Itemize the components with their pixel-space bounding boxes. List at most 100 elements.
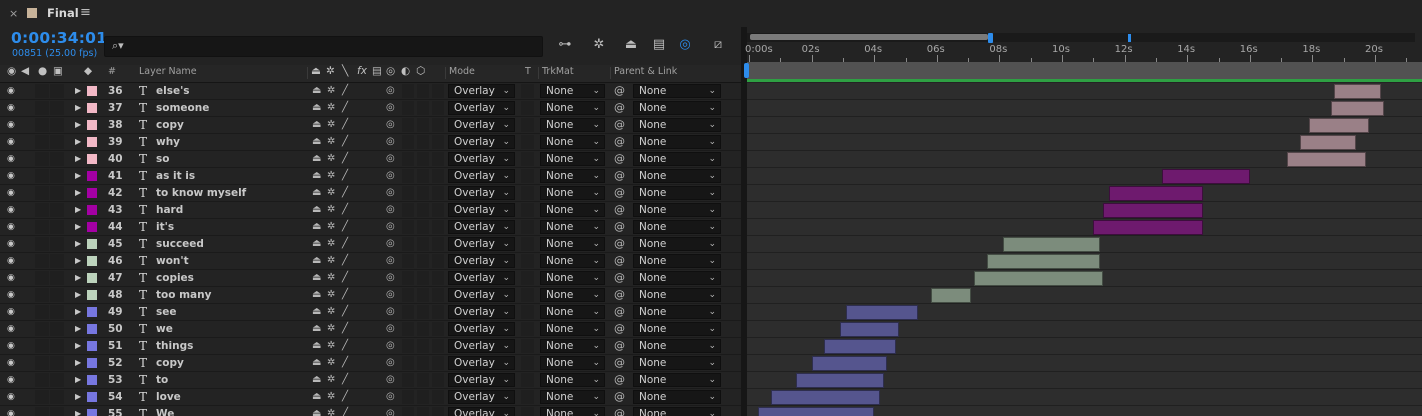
shy-switch-icon[interactable]: ⏏ [312, 117, 321, 133]
trkmat-dropdown[interactable]: None ⌄ [540, 135, 605, 149]
layer-name[interactable]: too many [156, 287, 211, 303]
switch-cell[interactable] [402, 305, 414, 319]
current-time-indicator[interactable] [988, 33, 993, 43]
column-layer-name[interactable]: Layer Name [139, 66, 197, 77]
frame-blending-icon[interactable]: ▤ [650, 37, 668, 53]
switch-cell[interactable] [35, 407, 49, 416]
graph-editor-icon[interactable]: ⧄ [709, 37, 727, 53]
switch-cell[interactable] [432, 305, 444, 319]
shy-switch-icon[interactable]: ⏏ [312, 253, 321, 269]
expand-arrow-icon[interactable]: ▶ [75, 83, 81, 99]
pick-whip-icon[interactable]: @ [614, 117, 625, 133]
layer-row[interactable]: ◉ ▶ 42 Tto know myself ⏏ ✲ ╱ ◎ Overlay ⌄ None ⌄ @ Non… [0, 185, 741, 202]
shy-switch-icon[interactable]: ⏏ [312, 270, 321, 286]
eye-icon[interactable]: ◉ [7, 100, 15, 116]
expand-arrow-icon[interactable]: ▶ [75, 253, 81, 269]
switch-cell[interactable] [417, 84, 429, 98]
audio-switch-icon[interactable]: ◀ [21, 65, 29, 77]
current-time-display[interactable]: 0:00:34:01 [11, 29, 107, 47]
quality-switch-icon[interactable]: ╱ [342, 219, 348, 235]
switch-cell[interactable] [432, 101, 444, 115]
switch-cell[interactable] [35, 373, 49, 387]
switch-cell[interactable] [35, 271, 49, 285]
preserve-transparency-toggle[interactable] [521, 101, 534, 115]
quality-switch-icon[interactable]: ╲ [342, 65, 348, 77]
quality-switch-icon[interactable]: ╱ [342, 270, 348, 286]
switch-cell[interactable] [402, 220, 414, 234]
quality-switch-icon[interactable]: ╱ [342, 355, 348, 371]
trkmat-dropdown[interactable]: None ⌄ [540, 101, 605, 115]
time-navigator-range[interactable] [750, 34, 988, 40]
expand-arrow-icon[interactable]: ▶ [75, 321, 81, 337]
trkmat-dropdown[interactable]: None ⌄ [540, 271, 605, 285]
switch-cell[interactable] [35, 288, 49, 302]
collapse-switch-icon[interactable]: ✲ [327, 83, 335, 99]
eye-icon[interactable]: ◉ [7, 219, 15, 235]
parent-dropdown[interactable]: None ⌄ [633, 220, 721, 234]
switch-cell[interactable] [432, 339, 444, 353]
layer-name[interactable]: We [156, 406, 174, 416]
mode-dropdown[interactable]: Overlay ⌄ [448, 288, 515, 302]
layer-name[interactable]: copy [156, 117, 184, 133]
shy-layers-icon[interactable]: ⏏ [622, 37, 640, 53]
quality-switch-icon[interactable]: ╱ [342, 185, 348, 201]
eye-icon[interactable]: ◉ [7, 389, 15, 405]
pick-whip-icon[interactable]: @ [614, 100, 625, 116]
pick-whip-icon[interactable]: @ [614, 304, 625, 320]
trkmat-dropdown[interactable]: None ⌄ [540, 118, 605, 132]
layer-row[interactable]: ◉ ▶ 38 Tcopy ⏏ ✲ ╱ ◎ Overlay ⌄ None ⌄ @ None ⌄ [0, 117, 741, 134]
eye-icon[interactable]: ◉ [7, 236, 15, 252]
switch-cell[interactable] [35, 169, 49, 183]
expand-arrow-icon[interactable]: ▶ [75, 406, 81, 416]
layer-duration-bar[interactable] [1299, 135, 1357, 150]
layer-name[interactable]: we [156, 321, 173, 337]
layer-row[interactable]: ◉ ▶ 40 Tso ⏏ ✲ ╱ ◎ Overlay ⌄ None ⌄ @ None ⌄ [0, 151, 741, 168]
layer-row[interactable]: ◉ ▶ 50 Twe ⏏ ✲ ╱ ◎ Overlay ⌄ None ⌄ @ None ⌄ [0, 321, 741, 338]
pick-whip-icon[interactable]: @ [614, 321, 625, 337]
switch-cell[interactable] [35, 305, 49, 319]
label-color-swatch[interactable] [87, 188, 97, 198]
switch-cell[interactable] [50, 152, 64, 166]
collapse-switch-icon[interactable]: ✲ [327, 185, 335, 201]
quality-switch-icon[interactable]: ╱ [342, 253, 348, 269]
label-color-swatch[interactable] [87, 137, 97, 147]
column-t[interactable]: T [525, 66, 531, 77]
quality-switch-icon[interactable]: ╱ [342, 406, 348, 416]
pick-whip-icon[interactable]: @ [614, 287, 625, 303]
panel-menu-icon[interactable]: ≡ [80, 5, 91, 20]
switch-cell[interactable] [50, 203, 64, 217]
preserve-transparency-toggle[interactable] [521, 237, 534, 251]
layer-duration-bar[interactable] [974, 271, 1103, 286]
label-color-swatch[interactable] [87, 256, 97, 266]
mode-dropdown[interactable]: Overlay ⌄ [448, 390, 515, 404]
mode-dropdown[interactable]: Overlay ⌄ [448, 339, 515, 353]
switch-cell[interactable] [50, 169, 64, 183]
shy-switch-icon[interactable]: ⏏ [312, 406, 321, 416]
collapse-switch-icon[interactable]: ✲ [327, 372, 335, 388]
layer-duration-bar[interactable] [1162, 169, 1250, 184]
shy-switch-icon[interactable]: ⏏ [312, 338, 321, 354]
parent-dropdown[interactable]: None ⌄ [633, 373, 721, 387]
parent-dropdown[interactable]: None ⌄ [633, 305, 721, 319]
motion-blur-switch-icon[interactable]: ◎ [386, 389, 395, 405]
preserve-transparency-toggle[interactable] [521, 203, 534, 217]
switch-cell[interactable] [50, 101, 64, 115]
layer-duration-bar[interactable] [758, 407, 875, 416]
preserve-transparency-toggle[interactable] [521, 305, 534, 319]
layer-duration-bar[interactable] [1334, 84, 1382, 99]
layer-duration-bar[interactable] [846, 305, 918, 320]
collapse-switch-icon[interactable]: ✲ [327, 287, 335, 303]
trkmat-dropdown[interactable]: None ⌄ [540, 152, 605, 166]
expand-arrow-icon[interactable]: ▶ [75, 389, 81, 405]
preserve-transparency-toggle[interactable] [521, 186, 534, 200]
collapse-switch-icon[interactable]: ✲ [327, 389, 335, 405]
column-parent-link[interactable]: Parent & Link [614, 66, 677, 77]
column-mode[interactable]: Mode [449, 66, 475, 77]
trkmat-dropdown[interactable]: None ⌄ [540, 203, 605, 217]
trkmat-dropdown[interactable]: None ⌄ [540, 288, 605, 302]
collapse-switch-icon[interactable]: ✲ [327, 304, 335, 320]
parent-dropdown[interactable]: None ⌄ [633, 322, 721, 336]
preserve-transparency-toggle[interactable] [521, 84, 534, 98]
collapse-switch-icon[interactable]: ✲ [327, 338, 335, 354]
expand-arrow-icon[interactable]: ▶ [75, 270, 81, 286]
